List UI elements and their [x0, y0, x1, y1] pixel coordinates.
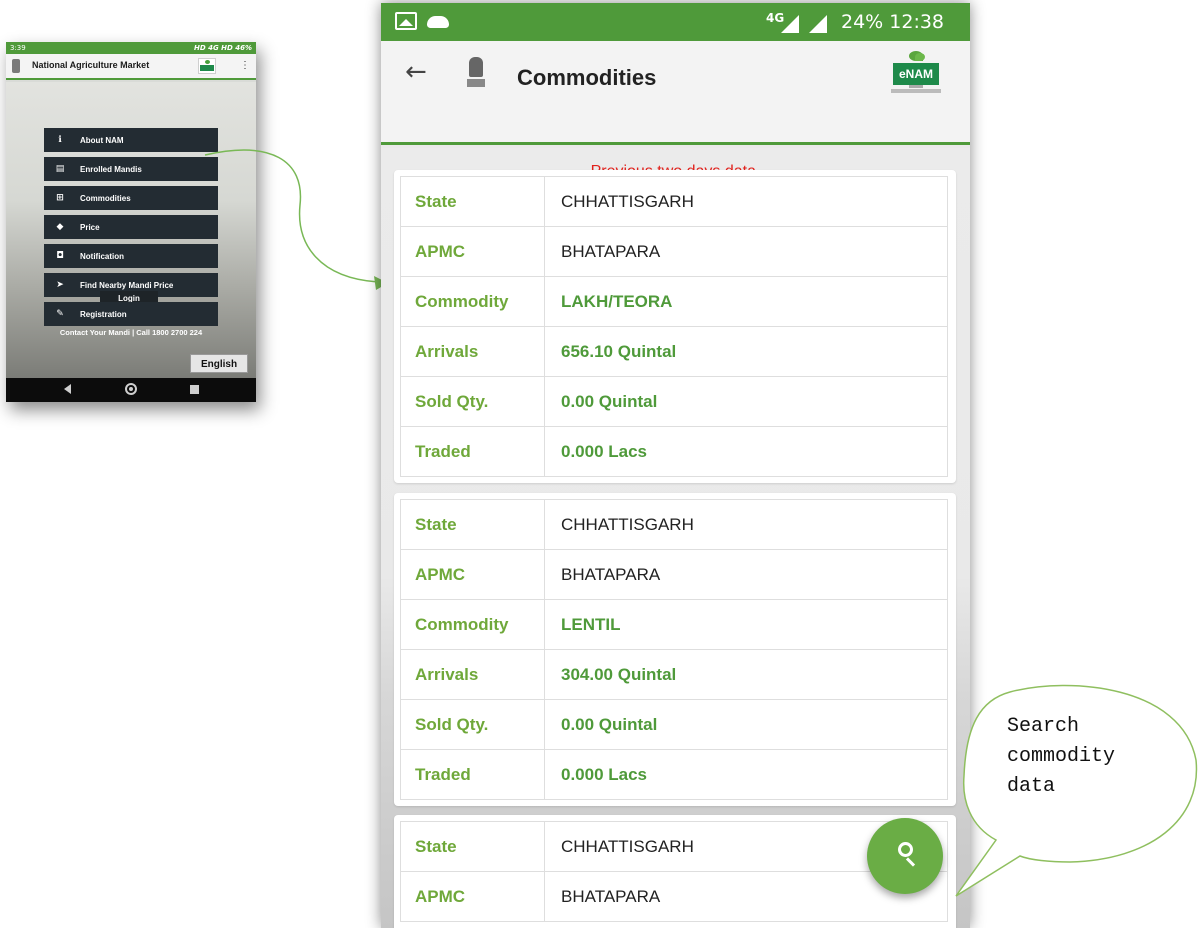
status-bar: 3:39 HD 4G HD 46% [6, 42, 256, 54]
back-arrow-icon[interactable]: ← [405, 57, 427, 87]
recent-apps-icon[interactable] [190, 385, 199, 394]
apmc-value: BHATAPARA [544, 549, 948, 600]
state-value: CHHATTISGARH [544, 176, 948, 227]
status-time: 3:39 [10, 44, 26, 52]
table-row: State CHHATTISGARH [400, 499, 948, 550]
traded-label: Traded [400, 426, 545, 477]
sold-qty-label: Sold Qty. [400, 699, 545, 750]
bell-icon: ◘ [56, 251, 64, 261]
grid-icon: ⊞ [56, 193, 64, 203]
state-label: State [400, 176, 545, 227]
app-bar: National Agriculture Market ⋮ [6, 54, 256, 80]
commodity-value: LENTIL [544, 599, 948, 650]
table-row: Sold Qty. 0.00 Quintal [400, 376, 948, 427]
traded-value: 0.000 Lacs [544, 749, 948, 800]
state-label: State [400, 821, 545, 872]
apmc-value: BHATAPARA [544, 226, 948, 277]
search-icon [898, 842, 913, 857]
menu-price[interactable]: ◆ Price [44, 215, 218, 239]
app-title: National Agriculture Market [32, 60, 150, 70]
callout-text: Search commodity data [1007, 715, 1116, 798]
apmc-label: APMC [400, 871, 545, 922]
sold-qty-label: Sold Qty. [400, 376, 545, 427]
table-row: Sold Qty. 0.00 Quintal [400, 699, 948, 750]
phone-screenshot-commodities: 4G 24% 12:38 ← Commodities eNAM Previous… [381, 3, 970, 928]
enam-logo [198, 58, 216, 74]
menu-notification[interactable]: ◘ Notification [44, 244, 218, 268]
state-value: CHHATTISGARH [544, 499, 948, 550]
table-row: Commodity LENTIL [400, 599, 948, 650]
phone-screenshot-menu: 3:39 HD 4G HD 46% National Agriculture M… [6, 42, 256, 402]
enam-logo: eNAM [891, 51, 941, 97]
state-label: State [400, 499, 545, 550]
arrivals-value: 656.10 Quintal [544, 326, 948, 377]
more-options-icon[interactable]: ⋮ [240, 60, 250, 71]
signal-icon [781, 15, 799, 33]
menu-about-nam[interactable]: ℹ About NAM [44, 128, 218, 152]
arrivals-label: Arrivals [400, 649, 545, 700]
table-row: State CHHATTISGARH [400, 176, 948, 227]
commodity-value: LAKH/TEORA [544, 276, 948, 327]
navigation-icon: ➤ [56, 280, 64, 290]
page-title: Commodities [517, 65, 657, 90]
menu-commodities[interactable]: ⊞ Commodities [44, 186, 218, 210]
menu-registration[interactable]: ✎ Registration [44, 302, 218, 326]
commodity-label: Commodity [400, 599, 545, 650]
menu-enrolled-mandis[interactable]: ▤ Enrolled Mandis [44, 157, 218, 181]
table-row: APMC BHATAPARA [400, 871, 948, 922]
table-row: Commodity LAKH/TEORA [400, 276, 948, 327]
commodity-card: State CHHATTISGARH APMC BHATAPARA Commodit… [394, 493, 956, 806]
mandi-icon: ▤ [55, 164, 65, 174]
table-row: APMC BHATAPARA [400, 549, 948, 600]
arrivals-label: Arrivals [400, 326, 545, 377]
status-indicators: HD 4G HD 46% [193, 44, 252, 52]
table-row: Traded 0.000 Lacs [400, 426, 948, 477]
table-row: Arrivals 656.10 Quintal [400, 326, 948, 377]
commodity-label: Commodity [400, 276, 545, 327]
apmc-label: APMC [400, 226, 545, 277]
form-icon: ✎ [56, 309, 64, 319]
traded-value: 0.000 Lacs [544, 426, 948, 477]
android-nav-bar [6, 378, 256, 402]
app-bar: ← Commodities eNAM [381, 41, 970, 145]
table-row: Arrivals 304.00 Quintal [400, 649, 948, 700]
arrivals-value: 304.00 Quintal [544, 649, 948, 700]
back-nav-icon[interactable] [64, 384, 71, 394]
tag-icon: ◆ [56, 222, 64, 232]
table-row: Traded 0.000 Lacs [400, 749, 948, 800]
sold-qty-value: 0.00 Quintal [544, 376, 948, 427]
apmc-label: APMC [400, 549, 545, 600]
battery-time: 24% 12:38 [841, 11, 945, 33]
cloud-icon [427, 16, 449, 28]
national-emblem-icon [12, 59, 20, 73]
national-emblem-icon [467, 57, 485, 91]
language-button[interactable]: English [190, 354, 248, 373]
table-row: State CHHATTISGARH [400, 821, 948, 872]
table-row: APMC BHATAPARA [400, 226, 948, 277]
commodity-card: State CHHATTISGARH APMC BHATAPARA Commodit… [394, 170, 956, 483]
traded-label: Traded [400, 749, 545, 800]
sold-qty-value: 0.00 Quintal [544, 699, 948, 750]
signal-icon-2 [809, 15, 827, 33]
search-fab[interactable] [867, 818, 943, 894]
contact-text: Contact Your Mandi | Call 1800 2700 224 [59, 328, 203, 337]
image-notification-icon [395, 12, 417, 30]
status-bar: 4G 24% 12:38 [381, 3, 970, 41]
info-icon: ℹ [58, 135, 62, 145]
commodity-list[interactable]: Previous two days data. StateCHHATTISGAR… [381, 148, 970, 928]
home-nav-icon[interactable] [125, 383, 137, 395]
